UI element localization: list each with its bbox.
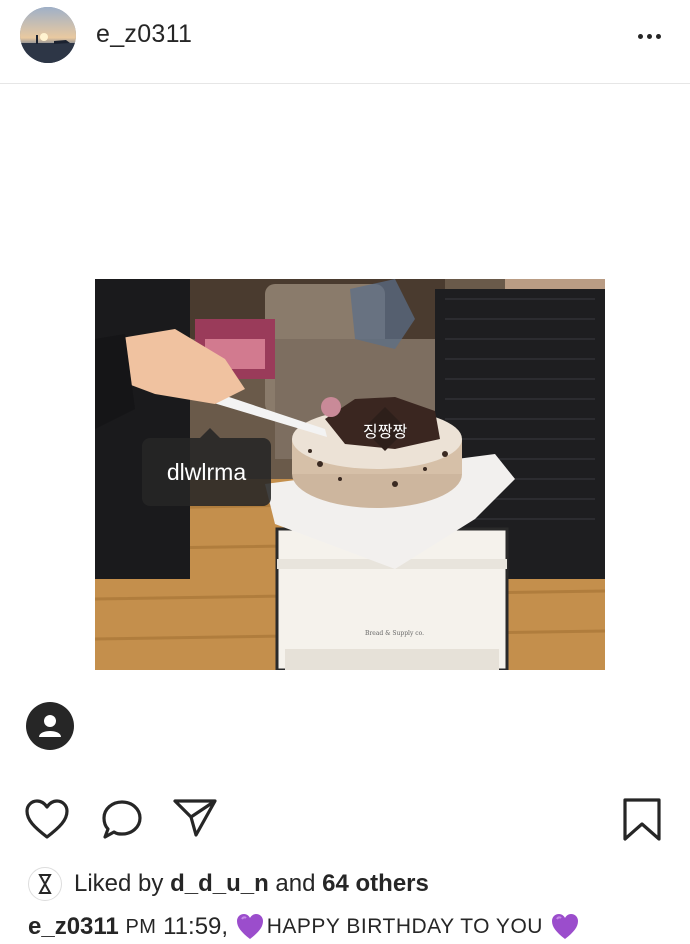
share-button[interactable] (172, 798, 218, 843)
liker-avatar[interactable] (28, 867, 62, 901)
tagged-users-button[interactable] (26, 702, 74, 750)
cake-plaque-text: 징짱짱 (363, 422, 407, 441)
likes-summary: Liked by d_d_u_n and 64 others (28, 866, 429, 902)
more-dot (655, 33, 661, 39)
more-options-button[interactable] (634, 28, 664, 44)
likes-prefix: Liked by (74, 870, 164, 897)
liker-username[interactable]: d_d_u_n (170, 870, 269, 898)
more-dots-icon (637, 33, 643, 39)
likes-middle: and (275, 870, 316, 897)
liker-avatar-image (38, 874, 52, 894)
likes-others-count[interactable]: 64 others (322, 870, 429, 898)
comment-icon (102, 800, 142, 839)
caption-time-period: PM (125, 915, 157, 938)
save-button[interactable] (622, 797, 662, 848)
bookmark-icon (623, 798, 661, 841)
post-username[interactable]: e_z0311 (96, 20, 192, 49)
post-caption: e_z0311 PM 11:59, HAPPY BIRTHDAY TO YOU (28, 912, 580, 942)
more-dot (646, 33, 652, 39)
comment-button[interactable] (100, 799, 144, 846)
caption-time: 11:59, (163, 913, 229, 940)
caption-text: HAPPY BIRTHDAY TO YOU (266, 915, 543, 938)
purple-heart-icon (236, 914, 263, 939)
avatar-sunset-image (20, 7, 76, 63)
heart-icon (25, 799, 69, 839)
photo-tag-label[interactable]: dlwlrma (142, 428, 271, 506)
caption-username[interactable]: e_z0311 (28, 913, 119, 941)
purple-heart-icon (551, 914, 578, 939)
person-icon (39, 715, 61, 737)
paper-plane-icon (173, 799, 217, 837)
post-header: e_z0311 (0, 0, 690, 84)
like-button[interactable] (24, 798, 70, 845)
user-avatar[interactable] (20, 7, 76, 63)
box-brand: Bread & Supply co. (365, 630, 424, 637)
